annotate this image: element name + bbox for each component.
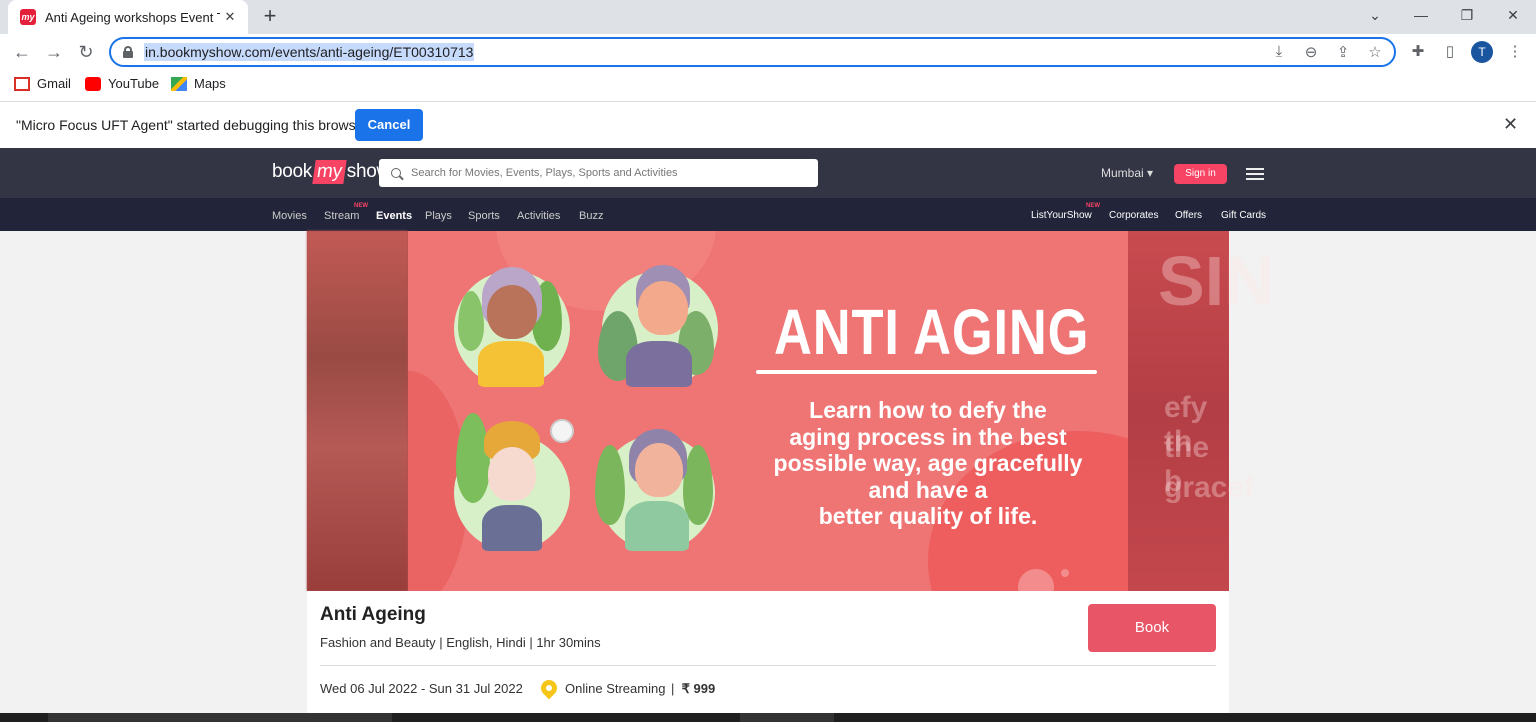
banner-tagline: Learn how to defy the aging process in t…: [744, 397, 1112, 530]
lock-icon[interactable]: [123, 46, 133, 58]
banner-headline: ANTI AGING: [774, 296, 1090, 368]
tab-search-chevron-icon[interactable]: ⌄: [1352, 0, 1398, 30]
nav-buzz[interactable]: Buzz: [579, 210, 603, 222]
restore-button[interactable]: ❐: [1444, 0, 1490, 30]
event-title: Anti Ageing: [320, 604, 426, 625]
event-venue: Online Streaming: [565, 681, 666, 696]
back-arrow-icon[interactable]: ←: [10, 40, 34, 64]
nav-stream[interactable]: Stream: [324, 210, 359, 222]
banner-blur-right: SIN efy th the b gracef: [1128, 231, 1275, 591]
nav-list-your-show[interactable]: ListYourShow: [1031, 210, 1092, 221]
bookmarks-bar: Gmail YouTube Maps: [0, 70, 1536, 102]
new-badge: NEW: [354, 203, 368, 209]
bookmark-label: Maps: [194, 76, 226, 91]
banner-divider: [756, 370, 1097, 374]
zoom-icon[interactable]: ⊖: [1302, 43, 1320, 61]
infobar-message: "Micro Focus UFT Agent" started debuggin…: [16, 117, 369, 133]
tagline-line: and have a: [868, 476, 988, 503]
debug-infobar: "Micro Focus UFT Agent" started debuggin…: [0, 102, 1536, 148]
profile-avatar[interactable]: T: [1471, 41, 1493, 63]
logo-my: my: [312, 160, 347, 184]
bookmark-label: YouTube: [108, 76, 160, 91]
tab-close-icon[interactable]: ✕: [222, 9, 238, 25]
new-badge: NEW: [1086, 203, 1100, 209]
infobar-close-icon[interactable]: ✕: [1503, 114, 1518, 135]
forward-arrow-icon[interactable]: →: [42, 40, 66, 64]
nav-movies[interactable]: Movies: [272, 210, 307, 222]
bookmark-star-icon[interactable]: ☆: [1366, 43, 1384, 61]
logo-book: book: [272, 161, 313, 182]
extensions-puzzle-icon[interactable]: ✚: [1406, 40, 1430, 64]
nav-plays[interactable]: Plays: [425, 210, 452, 222]
event-banner-image: ANTI AGING Learn how to defy the aging p…: [408, 231, 1128, 591]
divider: [320, 665, 1216, 666]
site-nav: [0, 198, 1536, 231]
bookmark-gmail[interactable]: Gmail: [14, 76, 71, 91]
portrait-woman-tea-icon: [595, 429, 715, 551]
browser-tab[interactable]: my Anti Ageing workshops Event Tic ✕: [8, 0, 248, 34]
hamburger-menu-icon[interactable]: [1246, 168, 1264, 180]
search-icon: [391, 168, 401, 178]
youtube-icon: [85, 76, 101, 91]
price-separator: |: [671, 681, 675, 696]
bookmyshow-favicon-icon: my: [20, 9, 36, 25]
nav-gift-cards[interactable]: Gift Cards: [1221, 210, 1266, 221]
tagline-line: aging process in the best: [789, 423, 1067, 450]
install-app-icon[interactable]: ⤓: [1270, 43, 1288, 61]
bookmark-youtube[interactable]: YouTube: [85, 76, 159, 91]
bookmark-maps[interactable]: Maps: [171, 76, 226, 91]
infobar-cancel-button[interactable]: Cancel: [355, 109, 423, 141]
nav-activities[interactable]: Activities: [517, 210, 560, 222]
bookmark-label: Gmail: [37, 76, 71, 91]
nav-sports[interactable]: Sports: [468, 210, 500, 222]
gmail-icon: [14, 76, 30, 91]
clock-icon: [550, 419, 574, 443]
minimize-button[interactable]: —: [1398, 0, 1444, 30]
portrait-elder-woman-icon: [598, 265, 718, 387]
new-tab-button[interactable]: +: [258, 5, 282, 29]
city-selector[interactable]: Mumbai ▾: [1101, 166, 1153, 180]
book-button[interactable]: Book: [1088, 604, 1216, 652]
reload-icon[interactable]: ↻: [74, 40, 98, 64]
event-dates: Wed 06 Jul 2022 - Sun 31 Jul 2022: [320, 681, 523, 696]
side-panel-icon[interactable]: ▯: [1438, 40, 1462, 64]
bookmyshow-logo[interactable]: book my show: [272, 160, 390, 184]
tagline-line: Learn how to defy the: [809, 397, 1047, 423]
event-meta: Fashion and Beauty | English, Hindi | 1h…: [320, 635, 601, 650]
maps-icon: [171, 76, 187, 91]
event-price: | ₹ 999: [671, 681, 715, 697]
tab-title: Anti Ageing workshops Event Tic: [45, 9, 220, 25]
browser-toolbar: ← → ↻ in.bookmyshow.com/events/anti-agei…: [0, 34, 1536, 70]
price-value: ₹ 999: [681, 681, 716, 696]
tagline-line: possible way, age gracefully: [773, 450, 1083, 476]
nav-offers[interactable]: Offers: [1175, 210, 1202, 221]
site-search-input[interactable]: Search for Movies, Events, Plays, Sports…: [379, 159, 818, 187]
tagline-line: better quality of life.: [818, 503, 1038, 529]
share-icon[interactable]: ⇪: [1334, 43, 1352, 61]
url-text[interactable]: in.bookmyshow.com/events/anti-ageing/ET0…: [144, 43, 475, 61]
search-placeholder: Search for Movies, Events, Plays, Sports…: [411, 167, 678, 179]
nav-events[interactable]: Events: [376, 210, 412, 222]
banner-blur-left: [307, 231, 408, 591]
window-close-button[interactable]: ✕: [1490, 0, 1536, 30]
portrait-woman-mask-icon: [454, 413, 570, 551]
address-bar[interactable]: in.bookmyshow.com/events/anti-ageing/ET0…: [109, 37, 1396, 67]
nav-corporates[interactable]: Corporates: [1109, 210, 1158, 221]
portrait-woman-cream-icon: [454, 267, 570, 387]
sign-in-button[interactable]: Sign in: [1174, 164, 1227, 184]
kebab-menu-icon[interactable]: ⋮: [1503, 40, 1527, 64]
